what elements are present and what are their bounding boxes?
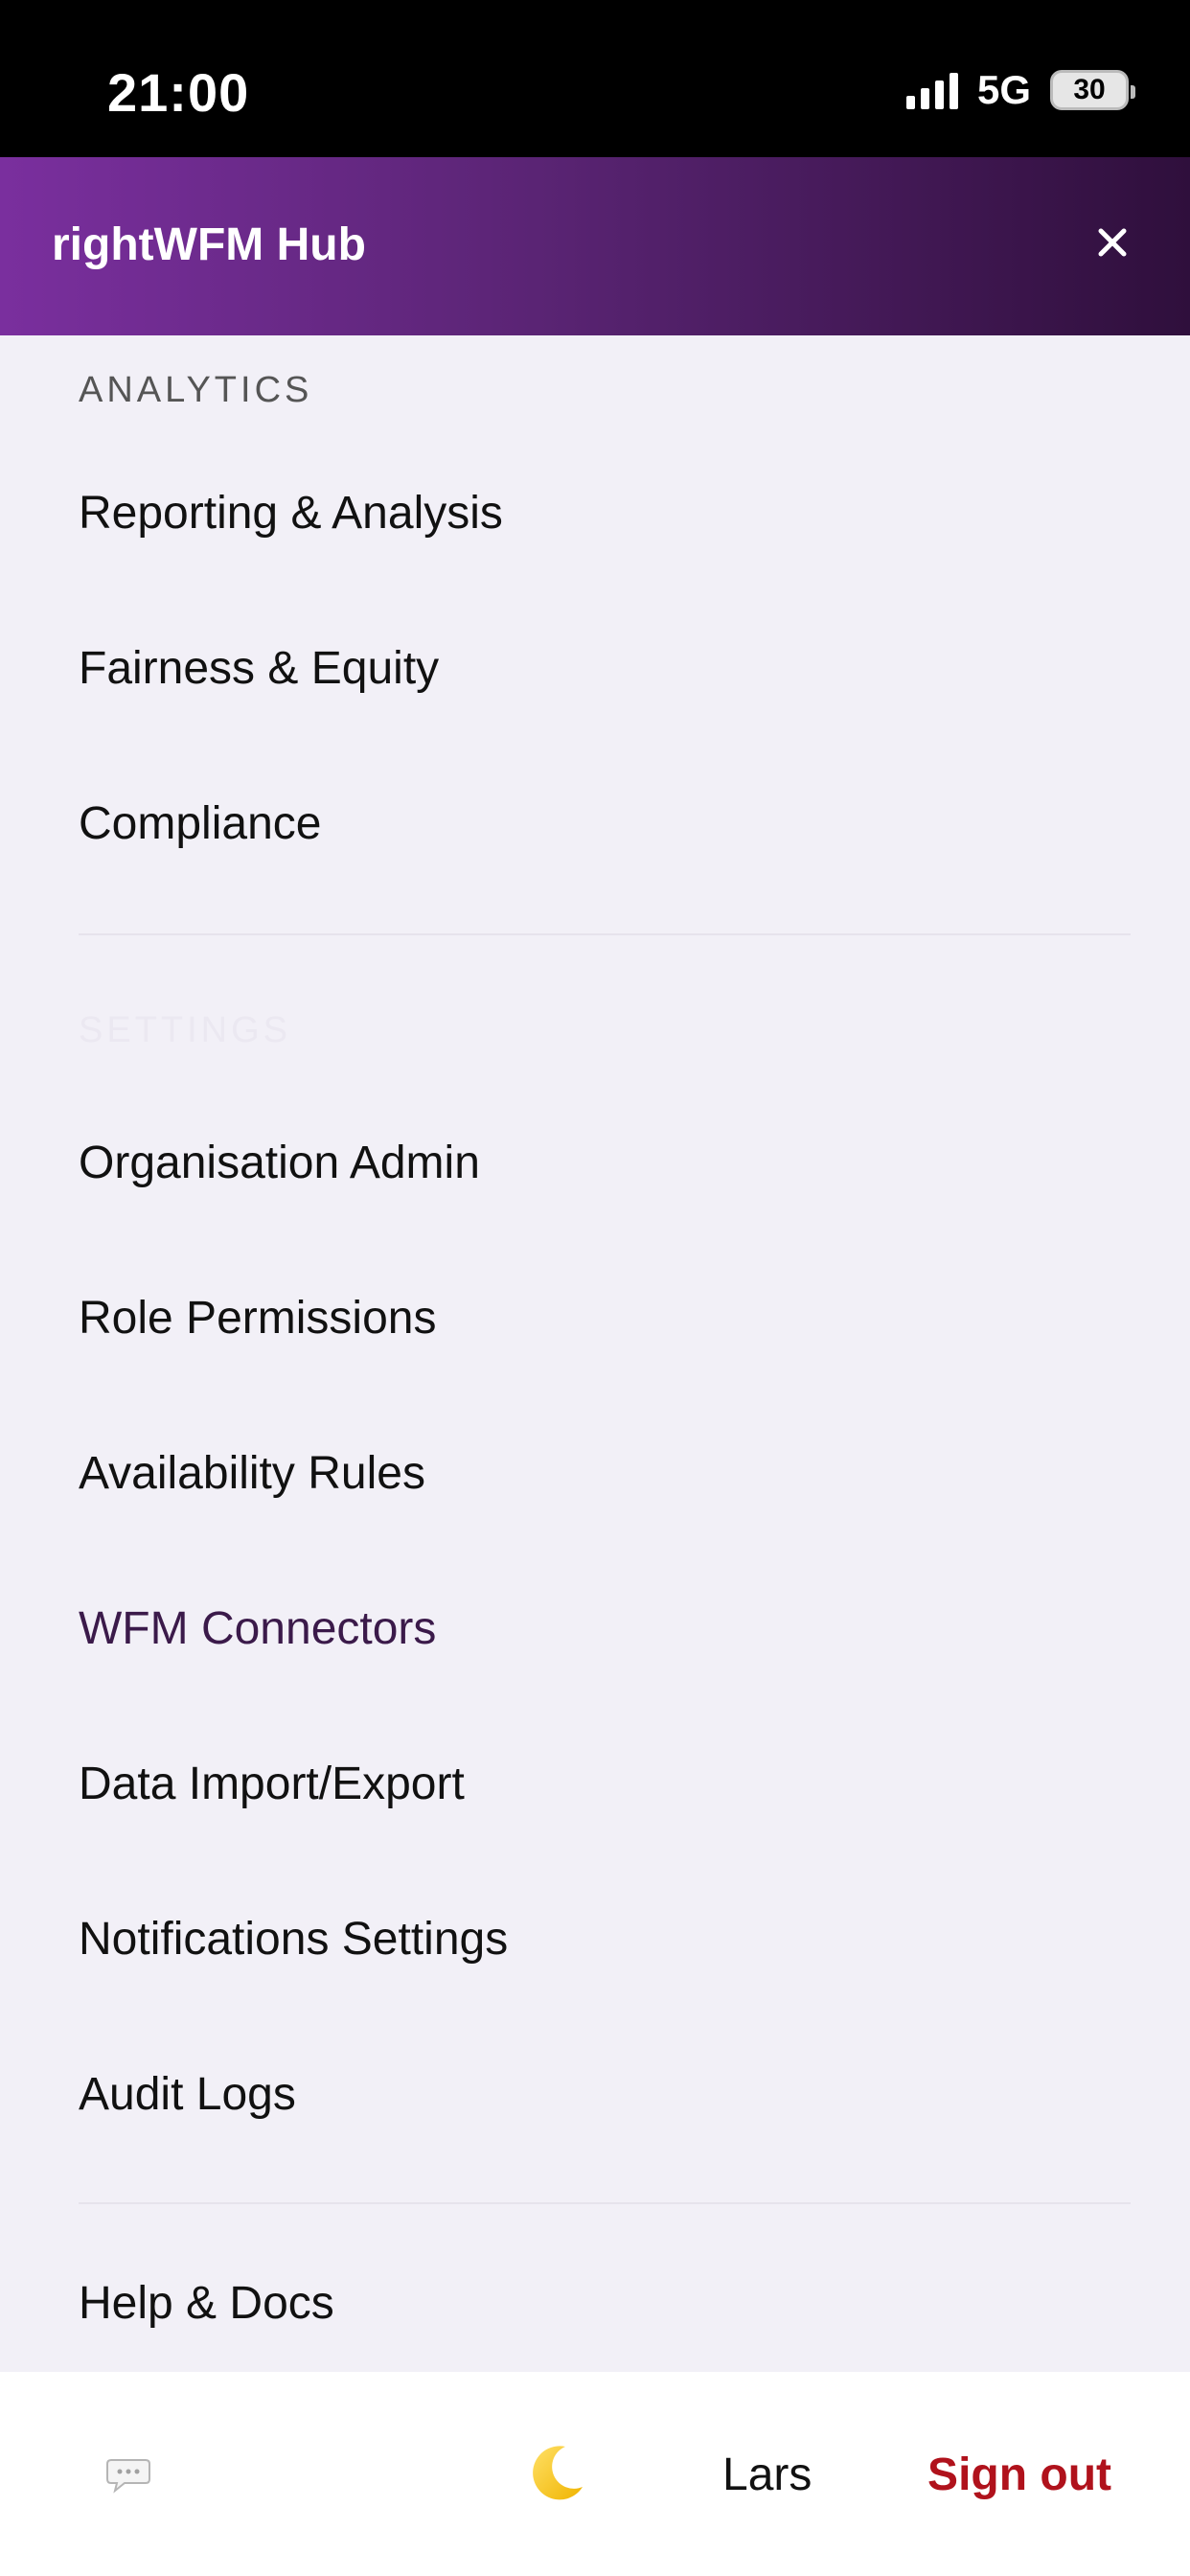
network-label: 5G <box>976 67 1031 112</box>
menu-item-help-docs[interactable]: Help & Docs <box>79 2277 334 2330</box>
section-label-settings: SETTINGS <box>79 1010 292 1050</box>
screen: 21:00 5G 30 rightWFM Hub ANALYTICS Repor… <box>0 0 1190 2576</box>
navigation-menu: ANALYTICS Reporting & Analysis Fairness … <box>0 335 1190 2372</box>
signal-icon <box>905 71 958 109</box>
app-header: rightWFM Hub <box>0 157 1190 335</box>
menu-item-reporting-analysis[interactable]: Reporting & Analysis <box>79 487 503 540</box>
status-bar: 21:00 5G 30 <box>0 0 1190 157</box>
chat-button[interactable] <box>105 2456 151 2495</box>
chat-bubble-icon <box>106 2459 150 2494</box>
user-name: Lars <box>722 2450 812 2500</box>
theme-toggle-button[interactable] <box>523 2439 592 2508</box>
close-icon <box>1098 228 1127 257</box>
section-label-analytics: ANALYTICS <box>79 370 313 410</box>
menu-item-availability-rules[interactable]: Availability Rules <box>79 1447 425 1500</box>
divider <box>79 933 1131 935</box>
battery-level: 30 <box>1073 74 1106 105</box>
status-time: 21:00 <box>107 62 250 123</box>
moon-icon <box>533 2446 583 2500</box>
menu-item-wfm-connectors[interactable]: WFM Connectors <box>79 1602 436 1655</box>
menu-item-fairness-equity[interactable]: Fairness & Equity <box>79 642 439 695</box>
app-title: rightWFM Hub <box>52 219 366 270</box>
close-button[interactable] <box>1081 211 1144 274</box>
sign-out-button[interactable]: Sign out <box>927 2449 1111 2501</box>
footer-bar: Lars Sign out <box>0 2372 1190 2576</box>
battery-icon: 30 <box>1050 70 1135 110</box>
menu-item-audit-logs[interactable]: Audit Logs <box>79 2068 296 2121</box>
menu-item-data-import-export[interactable]: Data Import/Export <box>79 1758 465 1810</box>
menu-item-notifications-settings[interactable]: Notifications Settings <box>79 1913 508 1966</box>
menu-item-organisation-admin[interactable]: Organisation Admin <box>79 1137 480 1189</box>
menu-item-compliance[interactable]: Compliance <box>79 797 321 850</box>
divider <box>79 2202 1131 2204</box>
menu-item-role-permissions[interactable]: Role Permissions <box>79 1292 436 1345</box>
status-indicators: 5G 30 <box>905 67 1135 113</box>
